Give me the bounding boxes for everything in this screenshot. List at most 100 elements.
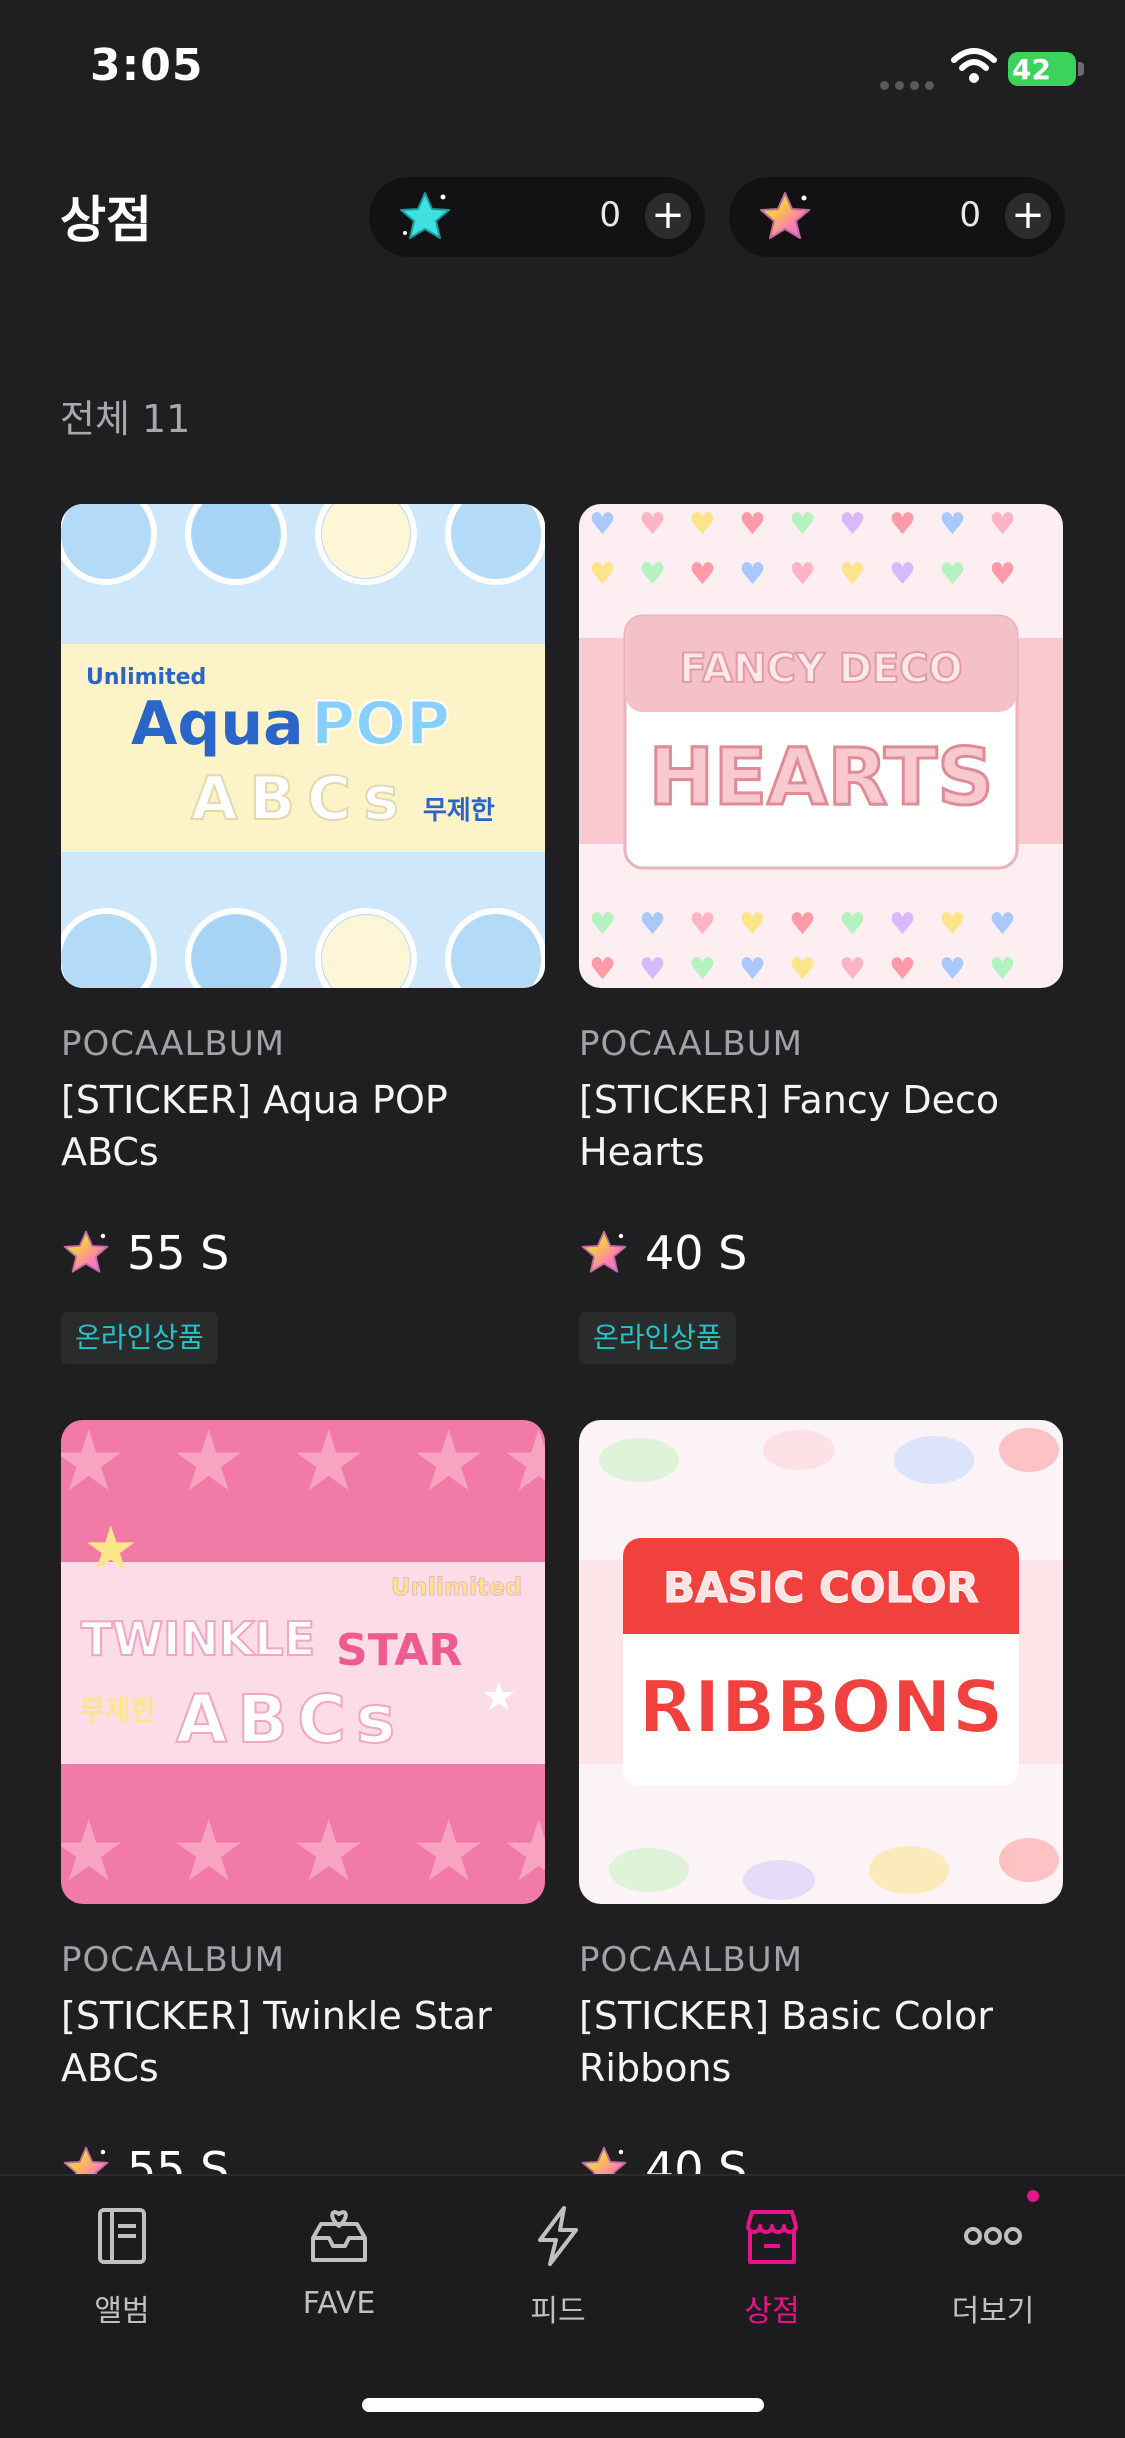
total-count: 전체 11 — [60, 397, 191, 441]
battery-level: 42 — [1012, 53, 1051, 86]
page-title: 상점 — [60, 191, 152, 249]
product-card[interactable]: BASIC COLOR RIBBONS POCAALBUM [STICKER] … — [579, 1420, 1063, 2196]
product-title[interactable]: [STICKER] Fancy Deco Hearts — [579, 1074, 1059, 1178]
home-indicator — [362, 2398, 764, 2412]
star-icon: ★ — [481, 1674, 517, 1720]
tab-more[interactable]: 더보기 — [923, 2204, 1063, 2330]
svg-text:♥: ♥ — [789, 557, 816, 592]
tab-feed[interactable]: 피드 — [488, 2204, 628, 2330]
svg-text:♥: ♥ — [739, 507, 766, 542]
svg-text:♥: ♥ — [989, 907, 1016, 942]
svg-text:♥: ♥ — [939, 952, 966, 987]
product-card[interactable]: ♥ ♥ ♥ ♥ ♥ ♥ ♥ ♥ ♥ ♥ ♥ ♥ ♥ ♥ ♥ ♥ ♥ ♥ ♥ ♥ ♥ ♥ ♥ ♥ ♥ ♥ ♥ ♥ ♥ ♥ ♥ ♥ ♥ ♥ ♥ ♥ … — [579, 504, 1063, 1384]
svg-text:♥: ♥ — [689, 507, 716, 542]
product-thumbnail[interactable]: Unlimited Aqua POP ABCs 무제한 — [61, 504, 545, 988]
thumb-kr: 무제한 — [423, 796, 495, 826]
more-icon — [964, 2227, 1022, 2245]
product-title[interactable]: [STICKER] Basic Color Ribbons — [579, 1990, 1059, 2094]
product-brand: POCAALBUM — [61, 1940, 285, 1980]
svg-text:♥: ♥ — [589, 557, 616, 592]
svg-text:♥: ♥ — [589, 907, 616, 942]
svg-text:♥: ♥ — [789, 907, 816, 942]
wifi-icon — [951, 48, 997, 83]
tab-label: 앨범 — [94, 2294, 150, 2329]
album-icon — [98, 2208, 146, 2264]
status-bar: 3:05 42 — [0, 0, 1125, 140]
thumb-word3: ABCs — [191, 764, 411, 834]
status-time: 3:05 — [90, 40, 204, 91]
thumb-main-text: HEARTS — [649, 733, 994, 823]
svg-text:♥: ♥ — [589, 507, 616, 542]
product-brand: POCAALBUM — [579, 1024, 803, 1064]
thumb-word1: TWINKLE — [81, 1612, 315, 1666]
svg-text:♥: ♥ — [739, 557, 766, 592]
svg-text:♥: ♥ — [889, 507, 916, 542]
product-price: 40 S — [645, 1226, 748, 1280]
svg-text:♥: ♥ — [689, 952, 716, 987]
product-brand: POCAALBUM — [61, 1024, 285, 1064]
svg-text:★: ★ — [501, 1802, 545, 1900]
add-rainbow-star-button[interactable]: + — [1005, 193, 1051, 239]
svg-text:♥: ♥ — [639, 907, 666, 942]
svg-text:★: ★ — [291, 1802, 366, 1900]
product-brand: POCAALBUM — [579, 1940, 803, 1980]
svg-text:♥: ♥ — [789, 952, 816, 987]
product-thumbnail[interactable]: ★ ★ ★ ★ ★ ★ ★ ★ ★ ★ ★ ★ Unlimited TWINKLE STAR 무… — [61, 1420, 545, 1904]
rainbow-star-count: 0 — [959, 195, 981, 235]
thumb-top-text: BASIC COLOR — [663, 1563, 979, 1612]
svg-text:♥: ♥ — [589, 952, 616, 987]
product-thumbnail[interactable]: BASIC COLOR RIBBONS — [579, 1420, 1063, 1904]
tab-store[interactable]: 상점 — [702, 2204, 842, 2330]
product-card[interactable]: Unlimited Aqua POP ABCs 무제한 POCAALBUM [S… — [61, 504, 545, 1384]
battery-icon: 42 — [1008, 52, 1076, 86]
tab-label: 더보기 — [951, 2294, 1035, 2329]
rainbow-star-icon — [760, 192, 810, 239]
svg-text:♥: ♥ — [639, 507, 666, 542]
svg-text:♥: ♥ — [839, 557, 866, 592]
product-price: 55 S — [127, 1226, 230, 1280]
svg-text:♥: ♥ — [839, 952, 866, 987]
svg-text:♥: ♥ — [839, 907, 866, 942]
svg-text:♥: ♥ — [739, 907, 766, 942]
product-title[interactable]: [STICKER] Twinkle Star ABCs — [61, 1990, 541, 2094]
svg-text:★: ★ — [171, 1420, 246, 1510]
thumb-word2: STAR — [336, 1625, 462, 1676]
product-title[interactable]: [STICKER] Aqua POP ABCs — [61, 1074, 541, 1178]
tab-label: 피드 — [530, 2294, 586, 2329]
svg-text:♥: ♥ — [989, 507, 1016, 542]
cellular-signal-icon — [880, 75, 940, 94]
svg-text:★: ★ — [411, 1802, 486, 1900]
svg-text:♥: ♥ — [889, 557, 916, 592]
add-cyan-star-button[interactable]: + — [645, 193, 691, 239]
product-thumbnail[interactable]: ♥ ♥ ♥ ♥ ♥ ♥ ♥ ♥ ♥ ♥ ♥ ♥ ♥ ♥ ♥ ♥ ♥ ♥ ♥ ♥ ♥ ♥ ♥ ♥ ♥ ♥ ♥ ♥ ♥ ♥ ♥ ♥ ♥ ♥ ♥ ♥ … — [579, 504, 1063, 988]
store-icon — [746, 2210, 798, 2264]
tab-fave[interactable]: FAVE — [269, 2204, 409, 2321]
svg-text:♥: ♥ — [789, 507, 816, 542]
currency-cyan-star[interactable]: 0 + — [369, 177, 705, 257]
tab-label: FAVE — [302, 2286, 376, 2321]
cyan-star-count: 0 — [599, 195, 621, 235]
star-icon: ★ — [83, 1512, 139, 1585]
thumb-word3: ABCs — [176, 1681, 405, 1758]
thumb-main-text: RIBBONS — [638, 1665, 1003, 1749]
svg-text:♥: ♥ — [639, 557, 666, 592]
svg-text:♥: ♥ — [689, 907, 716, 942]
rainbow-star-icon — [581, 1230, 627, 1273]
svg-text:♥: ♥ — [939, 557, 966, 592]
svg-text:♥: ♥ — [689, 557, 716, 592]
svg-text:♥: ♥ — [839, 507, 866, 542]
lightning-icon — [538, 2206, 578, 2266]
svg-text:♥: ♥ — [939, 907, 966, 942]
notification-dot — [1027, 2190, 1039, 2202]
svg-text:♥: ♥ — [989, 557, 1016, 592]
svg-text:★: ★ — [171, 1802, 246, 1900]
svg-text:★: ★ — [61, 1802, 126, 1900]
svg-text:★: ★ — [411, 1420, 486, 1510]
thumb-top-text: Unlimited — [391, 1573, 522, 1601]
battery-tip — [1078, 62, 1084, 76]
product-card[interactable]: ★ ★ ★ ★ ★ ★ ★ ★ ★ ★ ★ ★ Unlimited TWINKLE STAR 무… — [61, 1420, 545, 2196]
online-product-badge: 온라인상품 — [579, 1312, 736, 1364]
currency-rainbow-star[interactable]: 0 + — [729, 177, 1065, 257]
tab-album[interactable]: 앨범 — [52, 2204, 192, 2330]
thumb-word1: Aqua — [131, 689, 304, 759]
